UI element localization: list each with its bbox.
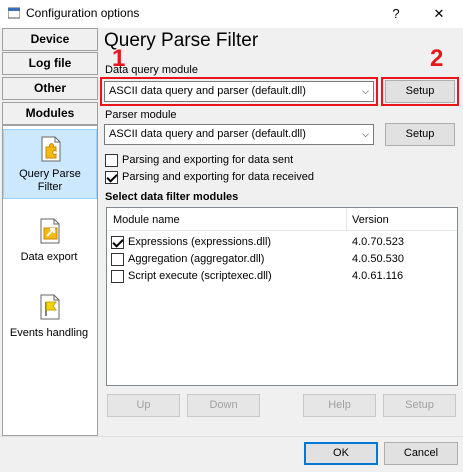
module-checkbox-script-execute[interactable] <box>111 270 124 283</box>
sidebar-item-label: Events handling <box>9 327 89 339</box>
tab-device[interactable]: Device <box>2 28 98 51</box>
sidebar-item-data-export[interactable]: Data export <box>3 212 97 270</box>
annotation-marker-1: 1 <box>112 45 126 72</box>
column-divider <box>346 208 347 230</box>
sidebar-item-label-line2: Filter <box>37 181 63 193</box>
chevron-down-icon: ⌵ <box>362 129 369 139</box>
flag-document-icon <box>40 294 60 320</box>
puzzle-document-icon <box>41 136 61 162</box>
module-checkbox-aggregation[interactable] <box>111 253 124 266</box>
list-item[interactable]: Expressions (expressions.dll) <box>128 236 271 248</box>
parser-module-label: Parser module <box>105 109 177 121</box>
sidebar-item-events-handling[interactable]: Events handling <box>3 290 97 346</box>
parser-module-select[interactable]: ASCII data query and parser (default.dll… <box>104 124 374 145</box>
window-title: Configuration options <box>26 6 140 20</box>
export-document-icon <box>40 218 60 244</box>
parser-setup-button[interactable]: Setup <box>385 123 455 146</box>
list-item-version: 4.0.70.523 <box>352 236 404 248</box>
annotation-marker-2: 2 <box>430 45 444 72</box>
parse-sent-label: Parsing and exporting for data sent <box>122 154 294 166</box>
filter-module-list[interactable] <box>106 207 458 386</box>
annotation-box-2 <box>381 77 459 106</box>
sidebar-item-query-parse-filter[interactable]: Query Parse Filter <box>3 129 97 199</box>
help-title-button[interactable]: ? <box>378 0 414 28</box>
close-window-button[interactable]: ✕ <box>421 0 457 28</box>
footer-divider <box>0 436 463 437</box>
ok-button[interactable]: OK <box>304 442 378 465</box>
tab-other[interactable]: Other <box>2 77 98 100</box>
module-help-button[interactable]: Help <box>303 394 376 417</box>
title-bar: Configuration options ? ✕ <box>0 0 463 28</box>
column-header-module-name[interactable]: Module name <box>113 214 180 226</box>
list-item-version: 4.0.50.530 <box>352 253 404 265</box>
move-up-button[interactable]: Up <box>107 394 180 417</box>
tab-log-file[interactable]: Log file <box>2 52 98 75</box>
module-setup-button[interactable]: Setup <box>383 394 456 417</box>
parse-received-label: Parsing and exporting for data received <box>122 171 315 183</box>
move-down-button[interactable]: Down <box>187 394 260 417</box>
column-header-version[interactable]: Version <box>352 214 389 226</box>
parse-sent-checkbox[interactable] <box>105 154 118 167</box>
tab-modules[interactable]: Modules <box>2 102 98 125</box>
sidebar-item-label: Data export <box>20 251 78 263</box>
parse-received-checkbox[interactable] <box>105 171 118 184</box>
sidebar-item-label: Query Parse <box>19 168 81 180</box>
app-icon <box>8 7 20 19</box>
list-item-version: 4.0.61.116 <box>352 270 404 282</box>
filter-section-label: Select data filter modules <box>105 191 239 203</box>
list-item[interactable]: Script execute (scriptexec.dll) <box>128 270 272 282</box>
cancel-button[interactable]: Cancel <box>384 442 458 465</box>
annotation-box-1 <box>100 77 378 106</box>
module-checkbox-expressions[interactable] <box>111 236 124 249</box>
list-item[interactable]: Aggregation (aggregator.dll) <box>128 253 264 265</box>
page-title: Query Parse Filter <box>104 30 259 51</box>
parser-module-value: ASCII data query and parser (default.dll… <box>109 128 306 140</box>
